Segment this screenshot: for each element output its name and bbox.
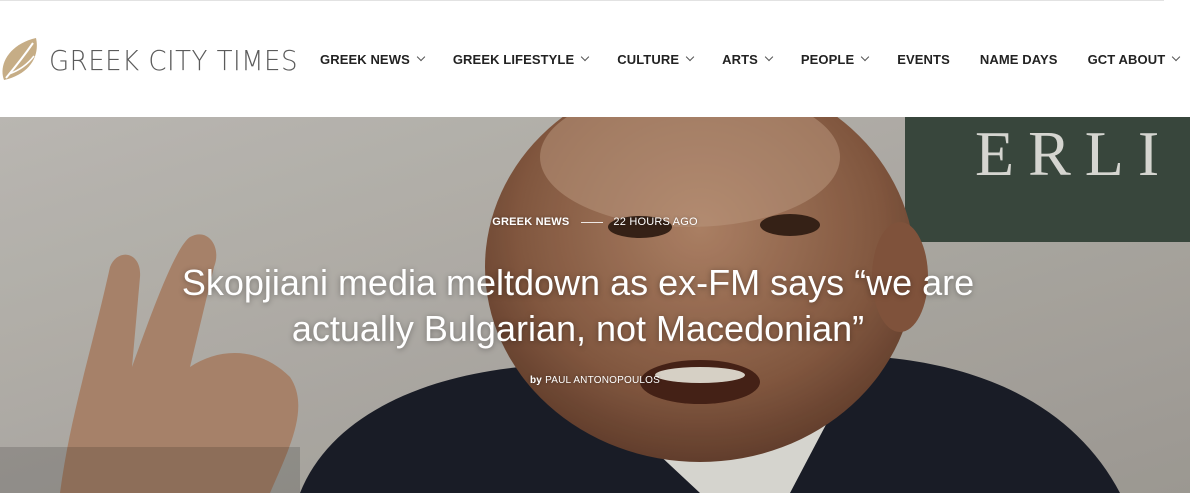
nav-item-label: GCT ABOUT [1087,51,1166,67]
nav-item-people[interactable]: PEOPLE [800,51,870,67]
chevron-down-icon [1172,52,1181,62]
nav-item-arts[interactable]: ARTS [722,51,774,67]
chevron-down-icon [581,52,590,62]
article-category-link[interactable]: GREEK NEWS [492,216,569,228]
top-divider [0,0,1164,1]
main-nav: GREEK NEWS GREEK LIFESTYLE CULTURE ARTS … [320,48,1181,70]
nav-item-greek-news[interactable]: GREEK NEWS [320,51,426,67]
nav-item-culture[interactable]: CULTURE [617,51,695,67]
site-header: GREEK CITY TIMES GREEK NEWS GREEK LIFEST… [0,0,1190,117]
chevron-down-icon [860,52,870,62]
article-headline[interactable]: Skopjiani media meltdown as ex-FM says “… [120,260,1036,352]
featured-article-hero[interactable]: ERLI GREEK NEWS 22 HOURS AGO Skopjiani m… [0,117,1190,493]
nav-item-gct-about[interactable]: GCT ABOUT [1087,51,1181,67]
logo-leaf-icon [2,38,37,80]
nav-item-label: GREEK LIFESTYLE [452,51,575,67]
chevron-down-icon [416,52,426,62]
nav-item-label: NAME DAYS [979,51,1058,67]
byline-prefix: by [530,375,543,386]
chevron-down-icon [764,52,774,62]
nav-item-label: EVENTS [897,51,950,67]
nav-item-name-days[interactable]: NAME DAYS [980,52,1058,67]
nav-item-events[interactable]: EVENTS [897,52,950,67]
nav-item-label: ARTS [722,51,758,67]
nav-item-label: CULTURE [617,51,680,67]
site-logo-text: GREEK CITY TIMES [49,43,298,77]
article-meta: GREEK NEWS 22 HOURS AGO [0,216,1190,228]
author-link[interactable]: PAUL ANTONOPOULOS [545,375,660,386]
article-byline: by PAUL ANTONOPOULOS [0,375,1190,386]
chevron-down-icon [685,52,695,62]
site-logo[interactable]: GREEK CITY TIMES [0,34,317,86]
nav-item-label: PEOPLE [800,51,855,67]
meta-divider [581,221,604,223]
article-timestamp: 22 HOURS AGO [613,216,698,228]
nav-item-greek-lifestyle[interactable]: GREEK LIFESTYLE [452,51,590,67]
nav-item-label: GREEK NEWS [320,51,410,67]
